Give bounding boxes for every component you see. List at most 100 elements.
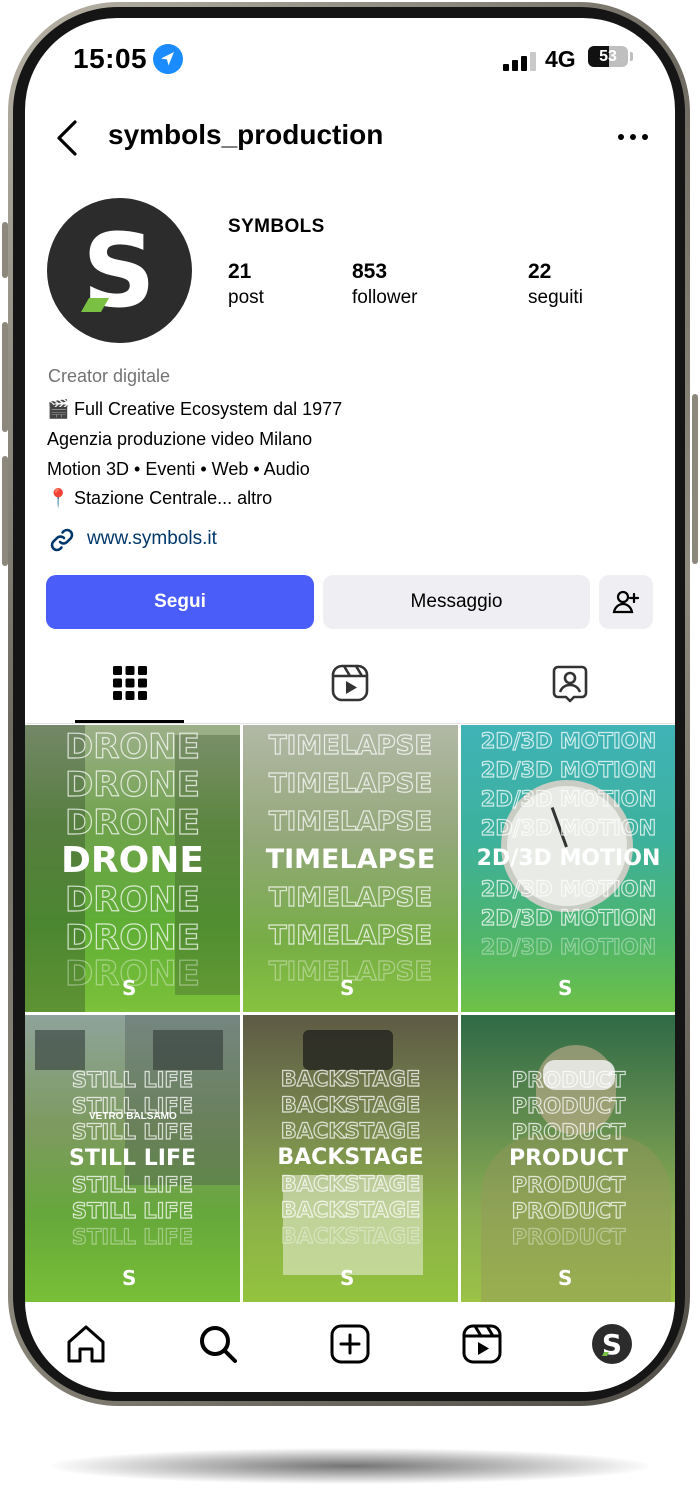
phone-shadow xyxy=(50,1448,650,1484)
follow-button[interactable]: Segui xyxy=(46,575,314,629)
network-type: 4G xyxy=(545,46,576,72)
post-title-outline: 2D/3D MOTION xyxy=(480,934,657,959)
post-title: PRODUCT xyxy=(508,1146,629,1171)
post-tile-motion[interactable]: 2D/3D MOTION 2D/3D MOTION 2D/3D MOTION 2… xyxy=(461,725,675,1012)
grid-icon xyxy=(113,666,147,700)
post-grid: DRONE DRONE DRONE DRONE DRONE DRONE DRON… xyxy=(25,725,675,1302)
post-tile-timelapse[interactable]: TIMELAPSE TIMELAPSE TIMELAPSE TIMELAPSE … xyxy=(243,725,458,1012)
stat-followers-label: follower xyxy=(352,287,418,308)
bio-line: 🎬 Full Creative Ecosystem dal 1977 xyxy=(47,399,342,420)
bottom-nav: S xyxy=(25,1304,675,1392)
post-title-outline: STILL LIFE xyxy=(71,1067,194,1092)
post-title: STILL LIFE xyxy=(69,1146,196,1171)
phone-screen: 15:05 4G 53 symbols_production S SYMBOLS xyxy=(25,18,675,1392)
post-title-outline: 2D/3D MOTION xyxy=(480,905,657,930)
profile-avatar[interactable]: S xyxy=(47,198,192,343)
post-title-outline: BACKSTAGE xyxy=(280,1171,421,1196)
svg-text:S: S xyxy=(602,1328,622,1361)
bio-text: Full Creative Ecosystem dal 1977 xyxy=(74,399,343,419)
side-button-volume-up xyxy=(2,322,8,432)
tab-grid[interactable] xyxy=(110,663,150,703)
reels-icon[interactable] xyxy=(460,1322,504,1366)
post-title: 2D/3D MOTION xyxy=(476,846,661,871)
brand-mark: S xyxy=(558,1266,573,1290)
pin-icon: 📍 xyxy=(47,488,70,508)
stat-following[interactable]: 22 seguiti xyxy=(528,260,583,309)
post-title-outline: 2D/3D MOTION xyxy=(480,876,657,901)
ellipsis-icon[interactable] xyxy=(615,130,651,142)
post-title-outline: PRODUCT xyxy=(511,1067,626,1092)
plus-square-icon[interactable] xyxy=(328,1322,372,1366)
post-title-outline: TIMELAPSE xyxy=(268,920,433,951)
signal-icon xyxy=(503,51,537,71)
battery-level: 53 xyxy=(599,48,617,65)
post-title: TIMELAPSE xyxy=(265,844,436,875)
post-title-outline: TIMELAPSE xyxy=(268,768,433,799)
post-title-outline: STILL LIFE xyxy=(71,1093,194,1118)
tagged-user-icon xyxy=(552,665,588,703)
post-title-outline: PRODUCT xyxy=(511,1224,626,1249)
bio-line-more[interactable]: 📍 Stazione Centrale... altro xyxy=(47,488,272,509)
side-button-silent xyxy=(2,222,8,278)
battery-tip xyxy=(630,52,633,61)
stat-following-value: 22 xyxy=(528,260,552,283)
tab-divider xyxy=(25,723,675,724)
post-title-outline: STILL LIFE xyxy=(71,1172,194,1197)
message-button[interactable]: Messaggio xyxy=(323,575,590,629)
brand-mark: S xyxy=(122,1266,137,1290)
bio-text: Motion 3D • Eventi • Web • Audio xyxy=(47,459,310,479)
tab-tagged[interactable] xyxy=(550,663,590,703)
post-title-outline: STILL LIFE xyxy=(71,1224,194,1249)
post-title-outline: PRODUCT xyxy=(511,1119,626,1144)
stat-posts-value: 21 xyxy=(228,260,252,283)
search-icon[interactable] xyxy=(196,1322,240,1366)
post-title-outline: BACKSTAGE xyxy=(280,1118,421,1143)
post-tile-drone[interactable]: DRONE DRONE DRONE DRONE DRONE DRONE DRON… xyxy=(25,725,240,1012)
side-button-power xyxy=(692,394,698,564)
home-icon[interactable] xyxy=(64,1322,108,1366)
chevron-left-icon[interactable] xyxy=(53,118,83,158)
post-title-outline: PRODUCT xyxy=(511,1198,626,1223)
post-title-outline: BACKSTAGE xyxy=(280,1223,421,1248)
brand-mark: S xyxy=(558,976,573,1000)
post-title-outline: 2D/3D MOTION xyxy=(480,786,657,811)
post-title-outline: PRODUCT xyxy=(511,1172,626,1197)
post-title-outline: TIMELAPSE xyxy=(268,730,433,761)
post-tile-still-life[interactable]: VETRO BALSAMO STILL LIFE STILL LIFE STIL… xyxy=(25,1015,240,1302)
post-title-outline: DRONE xyxy=(64,802,200,843)
profile-avatar[interactable]: S xyxy=(592,1324,632,1364)
bio-text: Agenzia produzione video Milano xyxy=(47,429,313,449)
stat-posts-label: post xyxy=(228,287,264,308)
profile-display-name: SYMBOLS xyxy=(228,216,325,237)
location-arrow-icon xyxy=(153,44,183,74)
post-title-outline: PRODUCT xyxy=(511,1093,626,1118)
bio-line: Agenzia produzione video Milano xyxy=(47,429,312,450)
post-tile-backstage[interactable]: BACKSTAGE BACKSTAGE BACKSTAGE BACKSTAGE … xyxy=(243,1015,458,1302)
stat-posts[interactable]: 21 post xyxy=(228,260,264,309)
post-title-outline: DRONE xyxy=(64,726,200,767)
post-tile-product[interactable]: PRODUCT PRODUCT PRODUCT PRODUCT PRODUCT … xyxy=(461,1015,675,1302)
profile-link-text: www.symbols.it xyxy=(87,528,217,549)
add-person-button[interactable] xyxy=(599,575,653,629)
brand-mark: S xyxy=(340,976,355,1000)
stat-following-label: seguiti xyxy=(528,287,583,308)
post-title-outline: 2D/3D MOTION xyxy=(480,728,657,753)
post-title: BACKSTAGE xyxy=(277,1145,424,1170)
stat-followers-value: 853 xyxy=(352,260,388,283)
stat-followers[interactable]: 853 follower xyxy=(352,260,417,309)
svg-text:S: S xyxy=(82,212,155,331)
clapperboard-icon: 🎬 xyxy=(47,399,70,419)
post-title-outline: DRONE xyxy=(64,879,200,920)
profile-category: Creator digitale xyxy=(48,366,171,386)
post-title-outline: BACKSTAGE xyxy=(280,1197,421,1222)
post-title-outline: DRONE xyxy=(64,917,200,958)
status-time: 15:05 xyxy=(73,43,148,74)
tab-reels[interactable] xyxy=(330,663,370,703)
brand-mark: S xyxy=(122,976,137,1000)
post-title-outline: 2D/3D MOTION xyxy=(480,757,657,782)
post-title-outline: TIMELAPSE xyxy=(268,806,433,837)
post-title-outline: 2D/3D MOTION xyxy=(480,815,657,840)
profile-username: symbols_production xyxy=(108,119,384,150)
post-title-outline: STILL LIFE xyxy=(71,1119,194,1144)
bio-text: Stazione Centrale... altro xyxy=(74,488,273,508)
